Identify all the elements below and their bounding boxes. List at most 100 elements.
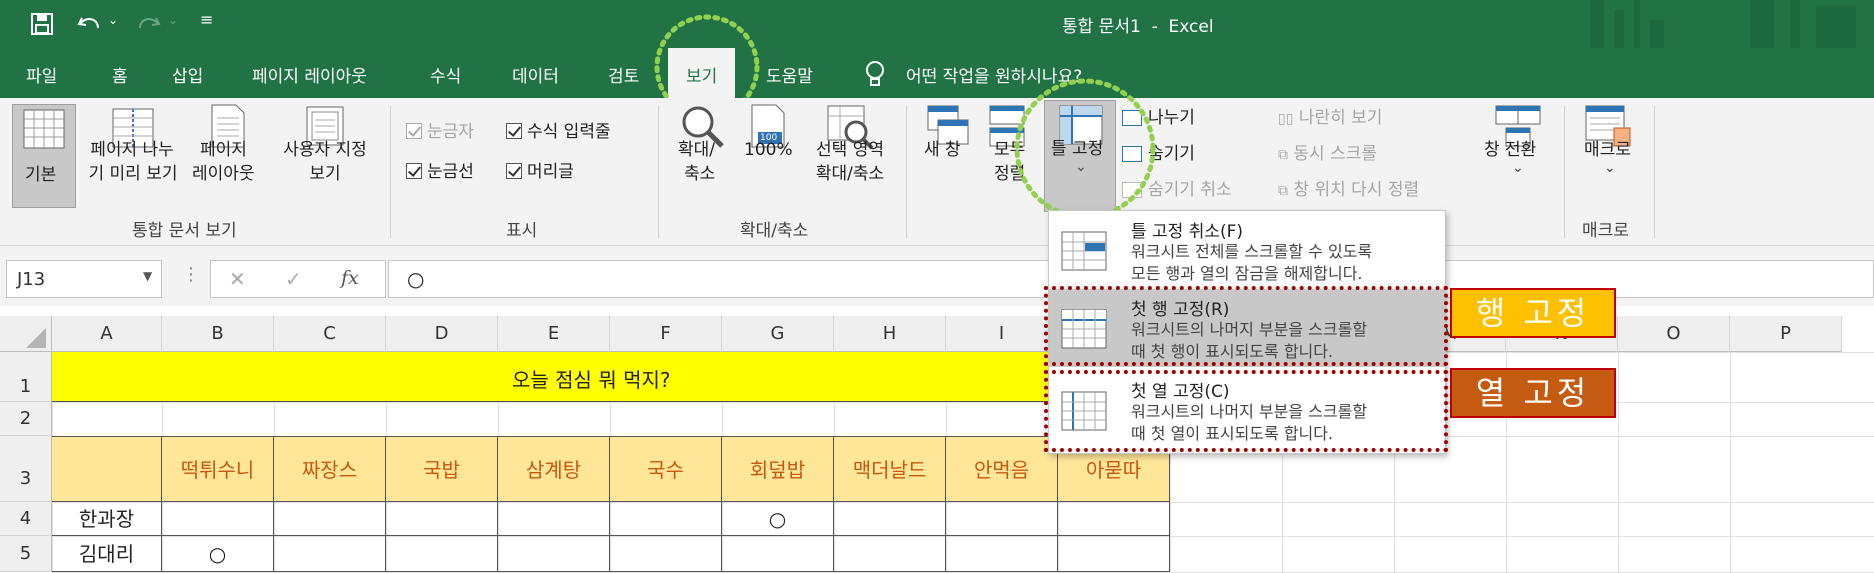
column-header[interactable]: I bbox=[946, 316, 1058, 352]
vote-cell[interactable] bbox=[722, 536, 834, 572]
unfreeze-icon bbox=[1061, 231, 1107, 271]
column-header[interactable]: O bbox=[1618, 316, 1730, 352]
zoom-selection-button[interactable]: 선택 영역 확대/축소 bbox=[802, 104, 898, 208]
tab-page-layout[interactable]: 페이지 레이아웃 bbox=[252, 62, 367, 87]
page-break-label-1: 페이지 나누 bbox=[90, 140, 174, 160]
vote-cell[interactable] bbox=[1058, 502, 1170, 536]
normal-view-button[interactable]: 기본 bbox=[12, 104, 76, 208]
group-label-show: 표시 bbox=[506, 221, 538, 241]
custom-views-button[interactable]: 사용자 지정 보기 bbox=[270, 104, 380, 208]
select-all-corner[interactable] bbox=[0, 316, 52, 352]
macros-dropdown-icon: ⌄ bbox=[1604, 160, 1616, 176]
column-header[interactable]: P bbox=[1730, 316, 1842, 352]
page-break-preview-button[interactable]: 페이지 나누 기 미리 보기 bbox=[82, 104, 182, 208]
menu-header-cell[interactable]: 회덮밥 bbox=[722, 436, 834, 502]
vote-cell[interactable] bbox=[274, 502, 386, 536]
insert-function-icon[interactable]: fx bbox=[341, 267, 359, 289]
vote-cell[interactable]: ○ bbox=[162, 536, 274, 572]
reset-window-position-button[interactable]: ⧉ 창 위치 다시 정렬 bbox=[1278, 178, 1419, 203]
menu-item-unfreeze[interactable]: 틀 고정 취소(F) 워크시트 전체를 스크롤할 수 있도록 모든 행과 열의 … bbox=[1049, 211, 1445, 285]
title-cell-merged[interactable]: 오늘 점심 뭐 먹지? bbox=[52, 352, 1168, 402]
formula-bar-splitter-icon[interactable]: ⋮ bbox=[182, 264, 200, 285]
vote-cell[interactable]: ○ bbox=[722, 502, 834, 536]
redo-dropdown-icon[interactable]: ⌄ bbox=[168, 13, 178, 27]
new-window-label: 새 창 bbox=[924, 140, 961, 160]
sync-scroll-button[interactable]: ⧉ 동시 스크롤 bbox=[1278, 142, 1377, 167]
macros-button[interactable]: 매크로 ⌄ bbox=[1574, 104, 1644, 208]
gridlines-check-icon bbox=[406, 163, 422, 179]
vote-cell[interactable] bbox=[498, 536, 610, 572]
column-header[interactable]: G bbox=[722, 316, 834, 352]
tab-review[interactable]: 검토 bbox=[608, 62, 639, 87]
name-box-dropdown-icon[interactable]: ▼ bbox=[143, 269, 152, 283]
vote-cell[interactable] bbox=[834, 502, 946, 536]
vote-cell[interactable] bbox=[610, 536, 722, 572]
menu-header-cell[interactable]: 국수 bbox=[610, 436, 722, 502]
vote-cell[interactable] bbox=[946, 536, 1058, 572]
ruler-checkbox[interactable]: 눈금자 bbox=[406, 120, 474, 144]
tab-home[interactable]: 홈 bbox=[112, 62, 128, 87]
callout-column-freeze: 열 고정 bbox=[1450, 368, 1616, 418]
column-header[interactable]: A bbox=[52, 316, 162, 352]
name-box[interactable]: J13 ▼ bbox=[6, 260, 162, 298]
vote-cell[interactable] bbox=[498, 502, 610, 536]
vote-cell[interactable] bbox=[1058, 536, 1170, 572]
tab-help[interactable]: 도움말 bbox=[766, 62, 813, 87]
column-header[interactable]: F bbox=[610, 316, 722, 352]
menu-header-cell[interactable]: 짜장스 bbox=[274, 436, 386, 502]
row-header[interactable]: 1 bbox=[0, 352, 52, 402]
zoom-100-button[interactable]: 100 100% bbox=[740, 104, 796, 208]
tab-formulas[interactable]: 수식 bbox=[430, 62, 461, 87]
ruler-check-icon bbox=[406, 123, 422, 139]
row-header[interactable]: 4 bbox=[0, 502, 52, 536]
zoom-label-2: 축소 bbox=[684, 164, 716, 184]
page-layout-view-button[interactable]: 페이지 레이아웃 bbox=[192, 104, 266, 208]
menu-header-cell[interactable]: 맥더날드 bbox=[834, 436, 946, 502]
zoom-button[interactable]: 확대/ 축소 bbox=[670, 104, 734, 208]
switch-windows-label: 창 전환 bbox=[1484, 140, 1537, 160]
person-name-cell[interactable]: 한과장 bbox=[52, 502, 162, 536]
headings-checkbox[interactable]: 머리글 bbox=[506, 160, 574, 184]
column-header[interactable]: E bbox=[498, 316, 610, 352]
menu-header-cell[interactable]: 국밥 bbox=[386, 436, 498, 502]
menu-header-cell[interactable]: 삼계탕 bbox=[498, 436, 610, 502]
row-header[interactable]: 2 bbox=[0, 402, 52, 436]
enter-icon[interactable]: ✓ bbox=[285, 267, 302, 291]
new-window-button[interactable]: 새 창 bbox=[920, 104, 976, 208]
vote-cell[interactable] bbox=[386, 536, 498, 572]
column-header[interactable]: D bbox=[386, 316, 498, 352]
vote-cell[interactable] bbox=[834, 536, 946, 572]
header-cell-a3[interactable] bbox=[52, 436, 162, 502]
switch-windows-button[interactable]: 창 전환 ⌄ bbox=[1478, 104, 1558, 208]
undo-icon[interactable] bbox=[76, 12, 102, 36]
gridlines-checkbox[interactable]: 눈금선 bbox=[406, 160, 474, 184]
unfreeze-title: 틀 고정 취소(F) bbox=[1131, 222, 1244, 242]
gridlines-label: 눈금선 bbox=[427, 162, 474, 182]
undo-dropdown-icon[interactable]: ⌄ bbox=[108, 13, 118, 27]
column-header[interactable]: B bbox=[162, 316, 274, 352]
vote-cell[interactable] bbox=[386, 502, 498, 536]
zoom-label-1: 확대/ bbox=[678, 140, 716, 160]
menu-header-cell[interactable]: 떡튀수니 bbox=[162, 436, 274, 502]
ruler-label: 눈금자 bbox=[427, 122, 474, 142]
view-side-by-side-button[interactable]: ▯▯ 나란히 보기 bbox=[1278, 106, 1382, 131]
redo-icon[interactable] bbox=[136, 12, 162, 36]
vote-cell[interactable] bbox=[274, 536, 386, 572]
customize-qat-icon[interactable]: ≡ bbox=[200, 10, 213, 29]
column-header[interactable]: C bbox=[274, 316, 386, 352]
row-header[interactable]: 3 bbox=[0, 436, 52, 502]
vote-cell[interactable] bbox=[162, 502, 274, 536]
vote-cell[interactable] bbox=[610, 502, 722, 536]
column-header[interactable]: H bbox=[834, 316, 946, 352]
save-icon[interactable] bbox=[30, 12, 54, 36]
tab-data[interactable]: 데이터 bbox=[512, 62, 559, 87]
gridline-vertical bbox=[1730, 352, 1731, 572]
tab-file[interactable]: 파일 bbox=[26, 62, 57, 87]
cancel-icon[interactable]: ✕ bbox=[229, 267, 246, 291]
vote-cell[interactable] bbox=[946, 502, 1058, 536]
menu-header-cell[interactable]: 안먹음 bbox=[946, 436, 1058, 502]
person-name-cell[interactable]: 김대리 bbox=[52, 536, 162, 572]
row-header[interactable]: 5 bbox=[0, 536, 52, 572]
formula-bar-checkbox[interactable]: 수식 입력줄 bbox=[506, 120, 611, 144]
tab-insert[interactable]: 삽입 bbox=[172, 62, 203, 87]
